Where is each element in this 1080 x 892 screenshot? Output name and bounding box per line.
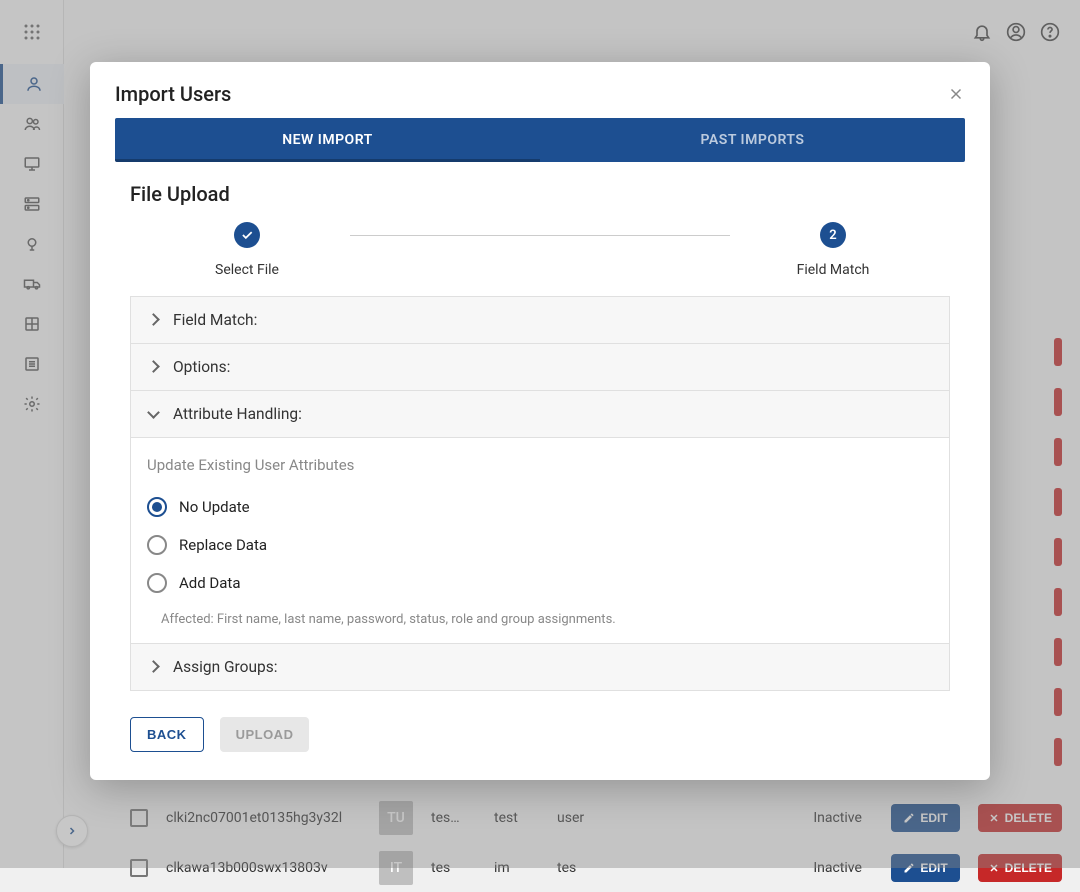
close-icon[interactable] — [947, 85, 965, 103]
section-title: File Upload — [130, 182, 990, 206]
accordion-head-assign-groups[interactable]: Assign Groups: — [131, 644, 949, 690]
radio-icon — [147, 573, 167, 593]
radio-label: Replace Data — [179, 536, 267, 554]
radio-label: No Update — [179, 498, 250, 516]
step-done-icon — [234, 222, 260, 248]
accordion-label: Attribute Handling: — [173, 405, 302, 423]
modal-overlay: Import Users NEW IMPORT PAST IMPORTS Fil… — [0, 0, 1080, 868]
radio-icon — [147, 497, 167, 517]
tab-past-imports[interactable]: PAST IMPORTS — [540, 118, 965, 162]
accordion-head-options[interactable]: Options: — [131, 344, 949, 390]
sub-label: Update Existing User Attributes — [147, 456, 933, 474]
chevron-down-icon — [147, 407, 161, 421]
affected-note: Affected: First name, last name, passwor… — [161, 612, 933, 627]
modal-tabs: NEW IMPORT PAST IMPORTS — [115, 118, 965, 162]
radio-label: Add Data — [179, 574, 241, 592]
radio-no-update[interactable]: No Update — [147, 488, 933, 526]
accordion-label: Assign Groups: — [173, 658, 278, 676]
radio-icon — [147, 535, 167, 555]
chevron-right-icon — [147, 360, 161, 374]
accordion-label: Field Match: — [173, 311, 257, 329]
accordion: Field Match: Options: Attribute Handling… — [130, 296, 950, 691]
modal-title: Import Users — [115, 82, 231, 106]
chevron-right-icon — [147, 660, 161, 674]
accordion-options: Options: — [130, 344, 950, 391]
step-label: Select File — [215, 262, 279, 278]
accordion-label: Options: — [173, 358, 230, 376]
step-field-match: 2 Field Match — [730, 222, 936, 278]
attribute-handling-body: Update Existing User Attributes No Updat… — [131, 437, 949, 643]
upload-button[interactable]: UPLOAD — [220, 717, 310, 752]
import-users-modal: Import Users NEW IMPORT PAST IMPORTS Fil… — [90, 62, 990, 780]
modal-footer: BACK UPLOAD — [130, 717, 990, 752]
stepper: Select File 2 Field Match — [130, 222, 950, 278]
step-label: Field Match — [797, 262, 870, 278]
step-number-icon: 2 — [820, 222, 846, 248]
accordion-head-attribute-handling[interactable]: Attribute Handling: — [131, 391, 949, 437]
radio-add-data[interactable]: Add Data — [147, 564, 933, 602]
back-button[interactable]: BACK — [130, 717, 204, 752]
accordion-field-match: Field Match: — [130, 296, 950, 344]
tab-new-import[interactable]: NEW IMPORT — [115, 118, 540, 162]
radio-replace-data[interactable]: Replace Data — [147, 526, 933, 564]
accordion-assign-groups: Assign Groups: — [130, 644, 950, 691]
step-connector — [350, 235, 730, 236]
accordion-head-field-match[interactable]: Field Match: — [131, 297, 949, 343]
accordion-attribute-handling: Attribute Handling: Update Existing User… — [130, 391, 950, 644]
chevron-right-icon — [147, 313, 161, 327]
step-select-file: Select File — [144, 222, 350, 278]
